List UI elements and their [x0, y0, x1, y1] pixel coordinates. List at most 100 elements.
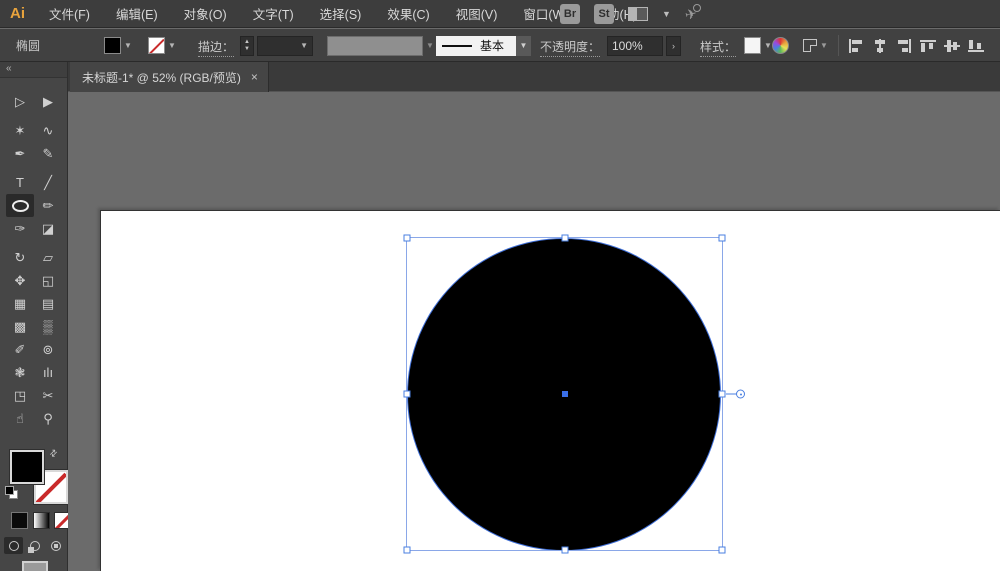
stroke-weight-label[interactable]: 描边： — [198, 38, 234, 57]
workspace-chevron-down-icon[interactable]: ▼ — [662, 9, 671, 19]
selection-center-point[interactable] — [562, 391, 568, 397]
pencil-tool[interactable]: ✑ — [6, 217, 34, 240]
tool-dock: « ▷▶✶∿✒✎T╱✏✑◪↻▱✥◱▦▤▩▒✐⊚❃ılı◳✂☝⚲ ⇄ — [0, 62, 68, 571]
shape-builder-tool[interactable]: ▦ — [6, 292, 34, 315]
fill-chevron-down-icon[interactable]: ▼ — [124, 41, 132, 50]
free-transform-tool[interactable]: ◱ — [34, 269, 62, 292]
live-shape-pie-widget[interactable] — [736, 390, 745, 399]
type-tool[interactable]: T — [6, 171, 34, 194]
opacity-field[interactable]: 100% — [607, 29, 663, 62]
align-horizontal-left-icon[interactable] — [848, 39, 864, 53]
curvature-tool[interactable]: ✎ — [34, 142, 62, 165]
stroke-chevron-down-icon[interactable]: ▼ — [168, 41, 176, 50]
selection-handle[interactable] — [404, 547, 411, 554]
scale-tool[interactable]: ▱ — [34, 246, 62, 269]
tab-close-icon[interactable]: × — [251, 70, 258, 84]
selection-handle[interactable] — [719, 391, 726, 398]
align-horizontal-center-icon[interactable] — [872, 39, 888, 53]
document-tab[interactable]: 未标题-1* @ 52% (RGB/预览) × — [70, 62, 269, 92]
ellipse-tool-icon — [12, 200, 29, 212]
magic-wand-tool[interactable]: ✶ — [6, 119, 34, 142]
default-fill-stroke-icon[interactable] — [5, 486, 18, 499]
align-vertical-top-icon[interactable] — [920, 39, 936, 53]
direct-selection-tool[interactable]: ▶ — [34, 90, 62, 113]
width-tool[interactable]: ✥ — [6, 269, 34, 292]
hand-tool[interactable]: ☝ — [6, 407, 34, 430]
lasso-tool[interactable]: ∿ — [34, 119, 62, 142]
gradient-tool[interactable]: ▒ — [34, 315, 62, 338]
menu-item-3[interactable]: 文字(T) — [241, 0, 306, 28]
selection-handle[interactable] — [561, 547, 568, 554]
screen-mode-button[interactable] — [22, 561, 48, 571]
stroke-weight-stepper[interactable]: ▲▼ — [240, 29, 254, 62]
transform-options-icon[interactable]: ▼ — [803, 29, 828, 62]
slice-tool[interactable]: ✂ — [34, 384, 62, 407]
column-graph-tool[interactable]: ılı — [34, 361, 62, 384]
draw-normal-mode-icon[interactable] — [4, 537, 23, 554]
dock-collapse-button[interactable]: « — [0, 62, 67, 78]
swap-fill-stroke-icon[interactable]: ⇄ — [47, 447, 60, 460]
mesh-tool[interactable]: ▩ — [6, 315, 34, 338]
selection-handle[interactable] — [719, 547, 726, 554]
menu-bar-right: Br St ▼ ✈ — [560, 0, 701, 28]
align-vertical-bottom-icon[interactable] — [968, 39, 984, 53]
menu-item-4[interactable]: 选择(S) — [308, 0, 374, 28]
context-label: 椭圆 — [16, 29, 40, 62]
fill-color-swatch[interactable]: ▼ — [104, 29, 132, 62]
menu-item-1[interactable]: 编辑(E) — [104, 0, 170, 28]
document-tab-title: 未标题-1* @ 52% (RGB/预览) — [82, 69, 241, 86]
selection-handle[interactable] — [561, 235, 568, 242]
draw-behind-mode-icon[interactable] — [25, 537, 44, 554]
paintbrush-tool[interactable]: ✏ — [34, 194, 62, 217]
draw-inside-mode-icon[interactable] — [47, 537, 66, 554]
gradient-button[interactable] — [33, 512, 50, 529]
stroke-style-chevron-down-icon[interactable]: ▼ — [516, 36, 531, 56]
style-label[interactable]: 样式： — [700, 38, 736, 57]
bridge-button[interactable]: Br — [560, 4, 580, 24]
fill-stroke-indicator: ⇄ — [0, 448, 68, 510]
stroke-weight-dropdown[interactable]: ▼ — [257, 29, 313, 62]
gpu-performance-icon[interactable]: ✈ — [685, 4, 701, 23]
selection-handle[interactable] — [404, 391, 411, 398]
tools-panel: ▷▶✶∿✒✎T╱✏✑◪↻▱✥◱▦▤▩▒✐⊚❃ılı◳✂☝⚲ — [6, 90, 62, 430]
selection-bounding-box[interactable] — [406, 237, 723, 551]
recolor-artwork-icon[interactable] — [772, 29, 789, 62]
stroke-style-value: 基本 — [480, 37, 504, 54]
opacity-more-button[interactable]: › — [666, 29, 681, 62]
drawing-mode-buttons — [4, 537, 66, 555]
artboard-tool[interactable]: ◳ — [6, 384, 34, 407]
brush-definition-dropdown[interactable]: ▼ — [327, 29, 434, 62]
eraser-tool[interactable]: ◪ — [34, 217, 62, 240]
opacity-label[interactable]: 不透明度： — [540, 38, 600, 57]
eyedropper-tool[interactable]: ✐ — [6, 338, 34, 361]
fill-indicator-black[interactable] — [10, 450, 44, 484]
rotate-tool[interactable]: ↻ — [6, 246, 34, 269]
style-chevron-down-icon[interactable]: ▼ — [764, 41, 772, 50]
blend-tool[interactable]: ⊚ — [34, 338, 62, 361]
selection-handle[interactable] — [719, 235, 726, 242]
color-button[interactable] — [11, 512, 28, 529]
menu-item-2[interactable]: 对象(O) — [172, 0, 239, 28]
menu-item-6[interactable]: 视图(V) — [444, 0, 510, 28]
symbol-sprayer-tool[interactable]: ❃ — [6, 361, 34, 384]
menu-item-0[interactable]: 文件(F) — [37, 0, 102, 28]
zoom-tool[interactable]: ⚲ — [34, 407, 62, 430]
pen-tool[interactable]: ✒ — [6, 142, 34, 165]
stroke-color-swatch[interactable]: ▼ — [148, 29, 176, 62]
line-segment-tool[interactable]: ╱ — [34, 171, 62, 194]
menu-item-5[interactable]: 效果(C) — [375, 0, 441, 28]
selection-handle[interactable] — [404, 235, 411, 242]
selection-tool[interactable]: ▷ — [6, 90, 34, 113]
style-swatch[interactable]: ▼ — [744, 29, 772, 62]
ellipse-tool[interactable] — [6, 194, 34, 217]
control-separator — [838, 35, 839, 56]
color-type-buttons — [0, 512, 68, 532]
perspective-grid-tool[interactable]: ▤ — [34, 292, 62, 315]
align-buttons — [848, 29, 992, 62]
workspace-switcher-icon[interactable] — [628, 7, 648, 21]
stock-button[interactable]: St — [594, 4, 614, 24]
align-horizontal-right-icon[interactable] — [896, 39, 912, 53]
menu-items: 文件(F)编辑(E)对象(O)文字(T)选择(S)效果(C)视图(V)窗口(W)… — [37, 0, 649, 28]
align-vertical-center-icon[interactable] — [944, 39, 960, 53]
stroke-style-dropdown[interactable]: 基本 ▼ — [436, 29, 531, 62]
